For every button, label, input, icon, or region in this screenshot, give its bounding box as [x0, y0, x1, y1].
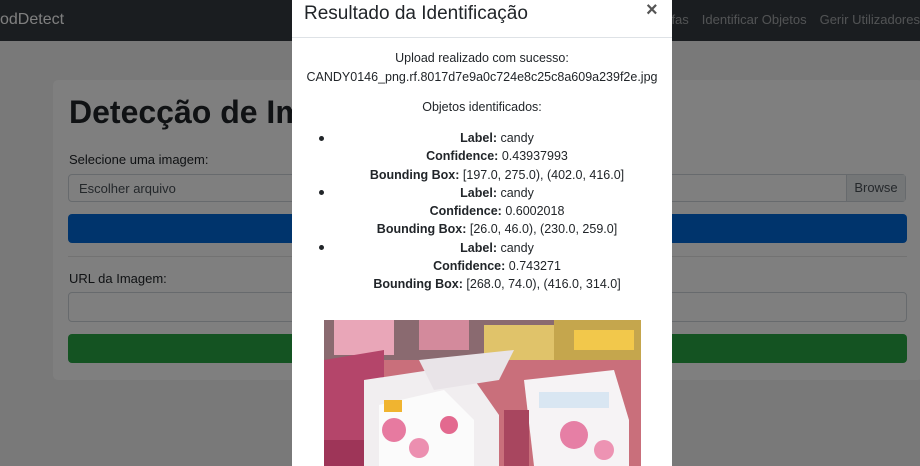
- bullet-icon: [319, 245, 324, 250]
- detection-confidence: Confidence: 0.743271: [433, 259, 561, 273]
- uploaded-filename: CANDY0146_png.rf.8017d7e9a0c724e8c25c8a6…: [306, 70, 658, 84]
- detection-bbox: Bounding Box: [26.0, 46.0), (230.0, 259.…: [376, 222, 618, 236]
- close-icon[interactable]: ×: [646, 0, 658, 22]
- modal-header: Resultado da Identificação ×: [292, 0, 672, 38]
- detection-confidence: Confidence: 0.43937993: [426, 149, 568, 163]
- detection-label: Label: candy: [460, 241, 534, 255]
- detection-label: Label: candy: [460, 186, 534, 200]
- upload-message: Upload realizado com sucesso:: [395, 51, 569, 65]
- result-modal: Resultado da Identificação × Upload real…: [292, 0, 672, 466]
- bullet-icon: [319, 136, 324, 141]
- bullet-icon: [319, 190, 324, 195]
- modal-title: Resultado da Identificação: [304, 3, 528, 24]
- result-image: [324, 320, 641, 466]
- detection-label: Label: candy: [460, 131, 534, 145]
- detection-confidence: Confidence: 0.6002018: [429, 204, 565, 218]
- detection-bbox: Bounding Box: [268.0, 74.0), (416.0, 314…: [373, 277, 621, 291]
- detection-bbox: Bounding Box: [197.0, 275.0), (402.0, 41…: [369, 168, 625, 182]
- objects-heading: Objetos identificados:: [422, 100, 542, 114]
